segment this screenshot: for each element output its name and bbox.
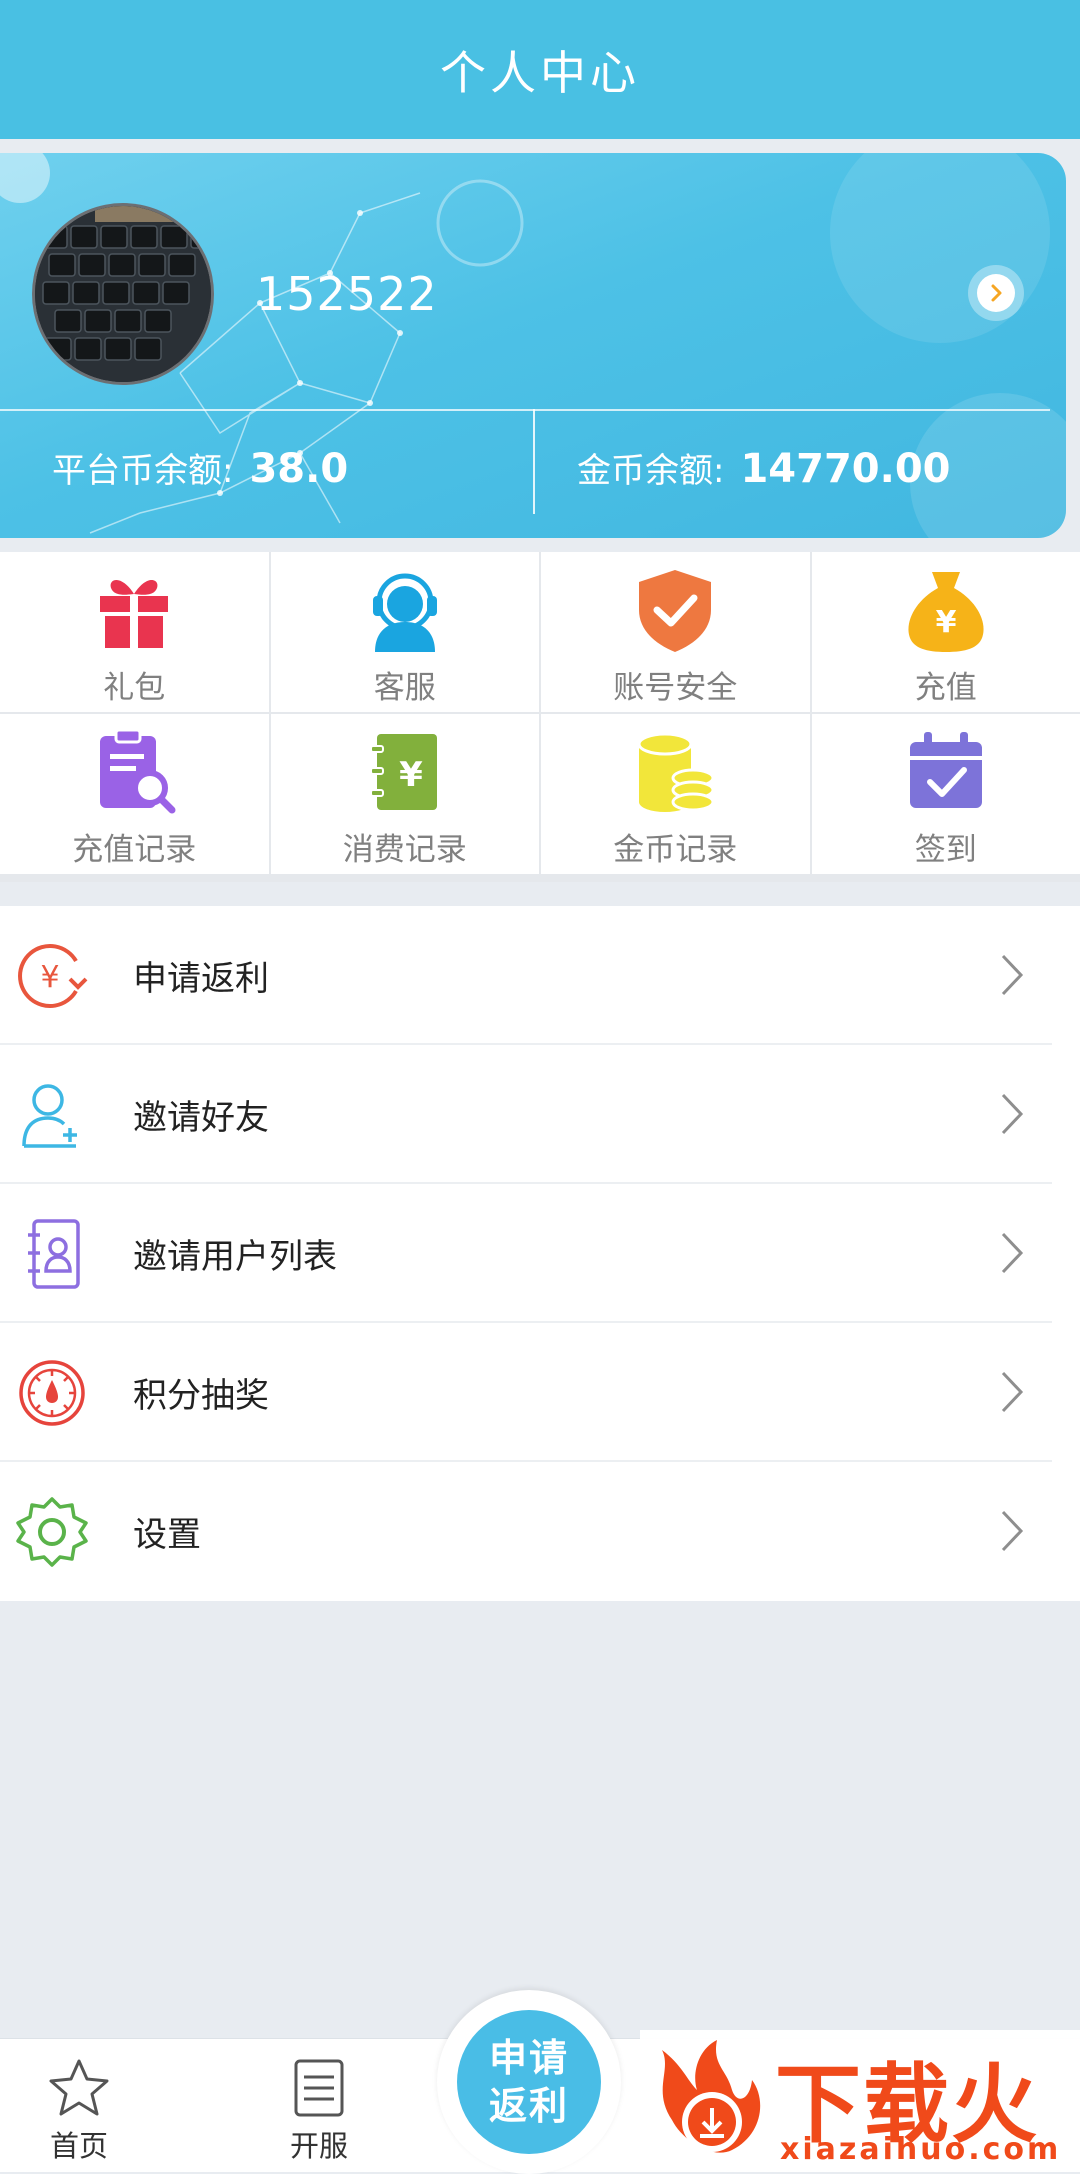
grid-item-label: 充值 <box>915 662 977 707</box>
grid-item-label: 礼包 <box>103 662 165 707</box>
svg-text:¥: ¥ <box>40 960 59 995</box>
profile-detail-button[interactable] <box>968 265 1024 321</box>
balance-divider <box>533 409 535 514</box>
chevron-right-icon <box>1000 1092 1024 1136</box>
function-grid: 礼包 客服 账号安全 ¥ 充值 <box>0 552 1080 882</box>
platform-balance-value: 38.0 <box>249 446 348 492</box>
list-icon <box>286 2057 352 2119</box>
grid-item-customer-service[interactable]: 客服 <box>271 552 540 712</box>
grid-item-label: 账号安全 <box>613 662 737 707</box>
menu-item-label: 邀请用户列表 <box>133 1229 337 1278</box>
nav-home[interactable]: 首页 <box>46 2057 112 2165</box>
nav-home-label: 首页 <box>50 2123 108 2165</box>
menu-item-label: 申请返利 <box>133 951 269 1000</box>
grid-item-label: 签到 <box>915 824 977 869</box>
grid-item-recharge[interactable]: ¥ 充值 <box>812 552 1080 712</box>
grid-item-recharge-records[interactable]: 充值记录 <box>0 714 269 874</box>
menu-item-apply-rebate[interactable]: ¥ 申请返利 <box>0 906 1080 1045</box>
nav-open-server[interactable]: 开服 <box>286 2057 352 2165</box>
rebate-icon: ¥ <box>14 941 90 1011</box>
watermark-domain: xiazaihuo.com <box>780 2132 1061 2167</box>
fab-line-1: 申请 <box>489 2034 569 2082</box>
chevron-right-icon <box>1000 1509 1024 1553</box>
grid-item-label: 金币记录 <box>613 824 737 869</box>
grid-item-label: 客服 <box>374 662 436 707</box>
watermark: 下载火 xiazaihuo.com <box>640 2030 1080 2172</box>
flame-logo-icon <box>642 2030 772 2172</box>
customer-service-icon <box>361 566 449 654</box>
menu-item-settings[interactable]: 设置 <box>0 1462 1080 1601</box>
add-user-icon <box>14 1080 90 1150</box>
ledger-icon: ¥ <box>361 728 449 816</box>
grid-item-label: 充值记录 <box>72 824 196 869</box>
coins-icon <box>631 728 719 816</box>
clipboard-search-icon <box>90 728 178 816</box>
contact-list-icon <box>14 1219 90 1289</box>
grid-item-check-in[interactable]: 签到 <box>812 714 1080 874</box>
menu-item-points-lottery[interactable]: 积分抽奖 <box>0 1323 1080 1462</box>
chevron-right-icon <box>986 283 1006 303</box>
gift-icon <box>90 566 178 654</box>
nav-open-server-label: 开服 <box>290 2123 348 2165</box>
gold-balance: 金币余额: 14770.00 <box>577 443 951 492</box>
calendar-check-icon <box>902 728 990 816</box>
shield-check-icon <box>631 566 719 654</box>
menu-item-label: 邀请好友 <box>133 1090 269 1139</box>
chevron-right-icon <box>1000 1370 1024 1414</box>
gold-balance-label: 金币余额: <box>577 443 724 492</box>
page-header: 个人中心 <box>0 0 1080 139</box>
gold-balance-value: 14770.00 <box>740 446 950 492</box>
avatar[interactable] <box>32 203 214 385</box>
grid-item-gift[interactable]: 礼包 <box>0 552 269 712</box>
menu-item-label: 设置 <box>133 1507 201 1556</box>
grid-item-consumption-records[interactable]: ¥ 消费记录 <box>271 714 540 874</box>
menu-item-label: 积分抽奖 <box>133 1368 269 1417</box>
menu-list: ¥ 申请返利 邀请好友 <box>0 906 1080 1601</box>
star-icon <box>46 2057 112 2119</box>
menu-item-invite-friends[interactable]: 邀请好友 <box>0 1045 1080 1184</box>
avatar-keyboard-image <box>35 206 214 385</box>
money-bag-icon: ¥ <box>902 566 990 654</box>
gear-icon <box>14 1497 90 1567</box>
apply-rebate-fab[interactable]: 申请 返利 <box>457 2010 601 2154</box>
grid-item-account-security[interactable]: 账号安全 <box>541 552 810 712</box>
lottery-dial-icon <box>14 1358 90 1428</box>
svg-text:¥: ¥ <box>399 755 423 795</box>
chevron-right-icon <box>1000 953 1024 997</box>
username: 152522 <box>256 267 438 321</box>
chevron-right-icon <box>1000 1231 1024 1275</box>
grid-item-gold-records[interactable]: 金币记录 <box>541 714 810 874</box>
platform-balance-label: 平台币余额: <box>52 443 233 492</box>
grid-item-label: 消费记录 <box>343 824 467 869</box>
svg-text:¥: ¥ <box>935 605 956 640</box>
profile-divider <box>0 409 1050 411</box>
menu-item-invited-users-list[interactable]: 邀请用户列表 <box>0 1184 1080 1323</box>
fab-line-2: 返利 <box>489 2082 569 2130</box>
page-title: 个人中心 <box>440 37 640 103</box>
profile-card: 152522 平台币余额: 38.0 金币余额: 14770.00 <box>0 153 1066 538</box>
platform-balance: 平台币余额: 38.0 <box>52 443 348 492</box>
